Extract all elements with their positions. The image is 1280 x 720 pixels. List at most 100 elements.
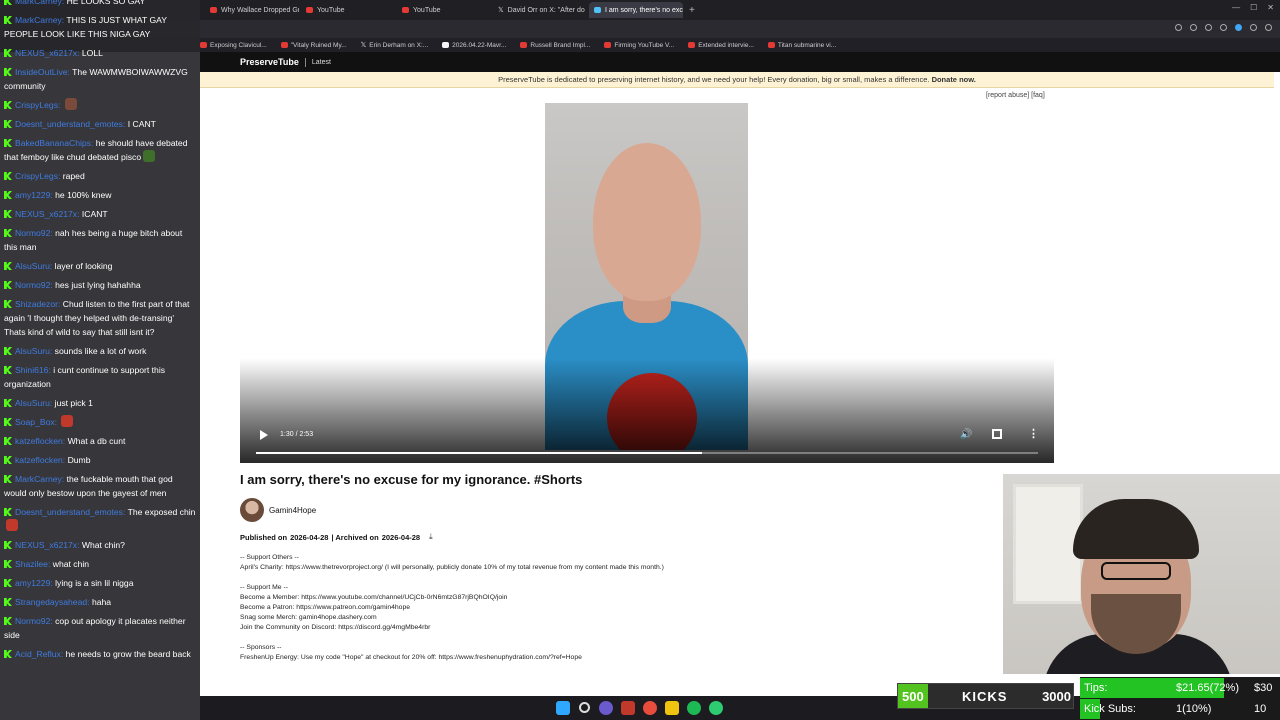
nav-latest[interactable]: Latest <box>312 59 331 66</box>
bookmark[interactable]: Russell Brand Impl... <box>520 42 590 49</box>
bookmark[interactable]: 2026.04.22-Mavr... <box>442 42 506 49</box>
spotify-icon[interactable] <box>687 701 701 715</box>
chat-username[interactable]: AlsuSuru: <box>15 398 52 408</box>
chat-username[interactable]: NEXUS_x6217x: <box>15 209 80 219</box>
chat-message: BakedBananaChips: he should have debated… <box>4 136 196 164</box>
chat-username[interactable]: Shizadezor: <box>15 299 60 309</box>
kick-badge-icon <box>4 418 12 426</box>
kick-badge-icon <box>4 650 12 658</box>
kick-badge-icon <box>4 399 12 407</box>
chat-text: What chin? <box>81 540 125 550</box>
report-links[interactable]: [report abuse] [faq] <box>986 92 1045 99</box>
window-controls: — ☐ ✕ <box>1232 3 1274 12</box>
new-tab-button[interactable]: + <box>685 5 699 16</box>
discord-icon[interactable] <box>599 701 613 715</box>
kick-badge-icon <box>4 475 12 483</box>
chat-username[interactable]: Normo92: <box>15 228 53 238</box>
browser-tab[interactable]: Why Wallace Dropped Gr <box>205 2 299 18</box>
chat-username[interactable]: amy1229: <box>15 578 53 588</box>
chat-username[interactable]: CrispyLegs: <box>15 171 60 181</box>
extension-icon[interactable] <box>1220 24 1227 31</box>
volume-icon[interactable]: 🔊 <box>960 429 972 440</box>
chat-text: I CANT <box>127 119 156 129</box>
kick-badge-icon <box>4 49 12 57</box>
kick-badge-icon <box>4 68 12 76</box>
start-icon[interactable] <box>556 701 570 715</box>
chat-username[interactable]: NEXUS_x6217x: <box>15 540 80 550</box>
bookmark[interactable]: Titan submarine vi... <box>767 42 836 49</box>
chat-message: Shazilee: what chin <box>4 557 196 571</box>
fullscreen-icon[interactable] <box>992 429 1002 439</box>
chat-username[interactable]: BakedBananaChips: <box>15 138 93 148</box>
calendar-icon <box>442 42 450 48</box>
maximize-icon[interactable]: ☐ <box>1250 3 1257 12</box>
chat-message: amy1229: he 100% knew <box>4 188 196 202</box>
bookmark[interactable]: Extended intervie... <box>688 42 754 49</box>
chat-username[interactable]: Normo92: <box>15 280 53 290</box>
chat-username[interactable]: Shazilee: <box>15 559 50 569</box>
bookmark[interactable]: Exposing Clavicul... <box>200 42 267 49</box>
download-icon[interactable]: ⤓ <box>429 532 433 542</box>
chat-username[interactable]: CrispyLegs: <box>15 100 60 110</box>
chat-username[interactable]: Normo92: <box>15 616 53 626</box>
bookmark[interactable]: Firming YouTube V... <box>604 42 674 49</box>
menu-icon[interactable] <box>1265 24 1272 31</box>
chat-message: NEXUS_x6217x: What chin? <box>4 538 196 552</box>
browser-icon[interactable] <box>643 701 657 715</box>
browser-tab[interactable]: YouTube <box>397 2 491 18</box>
play-icon[interactable] <box>260 430 268 440</box>
chat-username[interactable]: Soap_Box: <box>15 417 57 427</box>
chat-username[interactable]: katzeflocken: <box>15 436 65 446</box>
seek-bar[interactable] <box>256 452 1038 454</box>
channel-name[interactable]: Gamin4Hope <box>269 506 316 515</box>
chat-username[interactable]: MarkCarney: <box>15 15 64 25</box>
chat-username[interactable]: InsideOutLive: <box>15 67 70 77</box>
kick-badge-icon <box>4 172 12 180</box>
donate-link[interactable]: Donate now. <box>932 75 976 84</box>
browser-tab[interactable]: YouTube <box>301 2 395 18</box>
kick-badge-icon <box>4 210 12 218</box>
app-icon[interactable] <box>621 701 635 715</box>
browser-tab[interactable]: I am sorry, there's no exc <box>589 2 683 18</box>
kick-badge-icon <box>4 120 12 128</box>
chat-text: he 100% knew <box>55 190 112 200</box>
extension-icon[interactable] <box>1205 24 1212 31</box>
chat-message: AlsuSuru: layer of looking <box>4 259 196 273</box>
chat-username[interactable]: Acid_Reflux: <box>15 649 63 659</box>
xbox-icon[interactable] <box>709 701 723 715</box>
browser-tab[interactable]: 𝕏 David Orr on X: "After do <box>493 2 587 18</box>
more-options-icon[interactable]: ⋮ <box>1028 427 1039 440</box>
chat-text: lying is a sin lil nigga <box>55 578 134 588</box>
bookmark[interactable]: "Vitaly Ruined My... <box>280 42 347 49</box>
chat-username[interactable]: NEXUS_x6217x: <box>15 48 80 58</box>
extension-icon[interactable] <box>1175 24 1182 31</box>
bookmark[interactable]: 𝕏 Erin Derham on X:... <box>361 41 429 50</box>
kick-badge-icon <box>4 300 12 308</box>
site-logo[interactable]: PreserveTube <box>240 57 299 67</box>
chat-username[interactable]: AlsuSuru: <box>15 261 52 271</box>
chat-username[interactable]: MarkCarney: <box>15 0 64 6</box>
kick-subs-row: Kick Subs: 1(10%) 10 <box>1080 699 1280 719</box>
extension-icon[interactable] <box>1250 24 1257 31</box>
chat-username[interactable]: Doesnt_understand_emotes: <box>15 119 125 129</box>
close-icon[interactable]: ✕ <box>1267 3 1274 12</box>
chat-username[interactable]: MarkCarney: <box>15 474 64 484</box>
channel-avatar[interactable] <box>240 498 264 522</box>
kick-badge-icon <box>4 0 12 5</box>
extension-icon[interactable] <box>1190 24 1197 31</box>
video-player[interactable]: 1:30 / 2:53 🔊 ⋮ <box>240 103 1054 463</box>
minimize-icon[interactable]: — <box>1232 3 1240 12</box>
chat-username[interactable]: Doesnt_understand_emotes: <box>15 507 125 517</box>
publish-info: Published on 2026-04-28 | Archived on 20… <box>240 532 433 542</box>
chat-username[interactable]: Shini616: <box>15 365 51 375</box>
chat-message: CrispyLegs: raped <box>4 169 196 183</box>
chat-username[interactable]: AlsuSuru: <box>15 346 52 356</box>
chat-username[interactable]: amy1229: <box>15 190 53 200</box>
extension-icon[interactable] <box>1235 24 1242 31</box>
tips-row: Tips: $21.65(72%) $30 <box>1080 678 1280 698</box>
folder-icon[interactable] <box>665 701 679 715</box>
chat-username[interactable]: Strangedaysahead: <box>15 597 90 607</box>
search-icon[interactable] <box>579 702 590 713</box>
youtube-icon <box>280 42 288 48</box>
chat-username[interactable]: katzeflocken: <box>15 455 65 465</box>
